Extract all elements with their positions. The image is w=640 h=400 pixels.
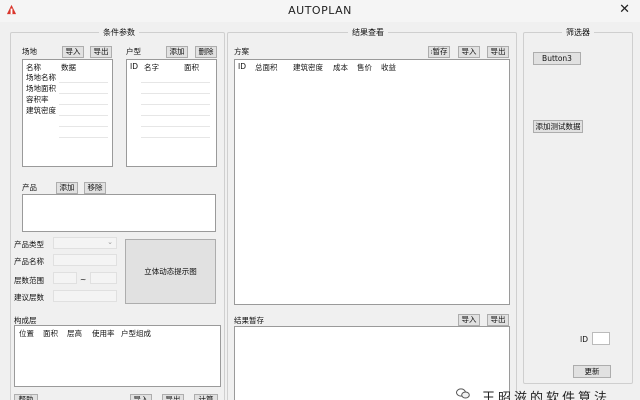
site-table: 名称 数据 场地名称 场地面积 容积率 建筑密度: [22, 59, 113, 167]
site-export-button[interactable]: 导出: [90, 46, 112, 58]
product-add-button[interactable]: 添加: [56, 182, 78, 194]
site-row-site-area[interactable]: 场地面积: [26, 83, 56, 94]
plans-header-total-area: 总面积: [255, 63, 278, 72]
plans-table: ID 总面积 建筑密度 成本 售价 收益: [234, 59, 510, 305]
site-grid-line: [59, 137, 108, 138]
comp-header-area: 面积: [43, 329, 58, 338]
plans-header-price: 售价: [357, 63, 372, 72]
temp-export-button[interactable]: 导出: [487, 314, 509, 326]
watermark-text: 王昭滋的软件算法: [482, 391, 611, 400]
unit-header-name: 名字: [144, 63, 159, 72]
floor-max-input[interactable]: [90, 272, 117, 284]
app-window: AUTOPLAN ✕ 条件参数 场地 导入 导出 名称 数据 场地名称 场地面积…: [0, 0, 640, 400]
chevron-down-icon: ⌄: [107, 238, 113, 246]
unit-grid-line: [141, 137, 210, 138]
unit-header-area: 面积: [184, 63, 199, 72]
unit-grid-line: [141, 82, 210, 83]
calculate-button[interactable]: 计算: [194, 394, 218, 400]
plans-header-density: 建筑密度: [293, 63, 323, 72]
comp-header-floor-height: 层高: [67, 329, 82, 338]
plans-label: 方案: [234, 47, 249, 56]
site-row-far[interactable]: 容积率: [26, 94, 49, 105]
unit-delete-button[interactable]: 删除: [195, 46, 217, 58]
site-grid-line: [59, 126, 108, 127]
product-remove-button[interactable]: 移除: [84, 182, 106, 194]
comp-header-usage: 使用率: [92, 329, 115, 338]
preview-3d-button[interactable]: 立体动态提示图: [125, 239, 216, 304]
site-header-data: 数据: [61, 63, 76, 72]
add-test-data-button[interactable]: 添加测试数据: [533, 120, 583, 133]
help-button[interactable]: 帮助: [14, 394, 38, 400]
close-icon[interactable]: ✕: [619, 2, 630, 18]
wechat-icon: [456, 388, 470, 399]
refresh-button[interactable]: 更新: [573, 365, 611, 378]
suggest-floors-input[interactable]: [53, 290, 117, 302]
floor-min-input[interactable]: [53, 272, 77, 284]
product-type-select[interactable]: ⌄: [53, 237, 117, 249]
comp-header-position: 位置: [19, 329, 34, 338]
composition-table: 位置 面积 层高 使用率 户型组成: [14, 325, 221, 387]
bottom-export-button[interactable]: 导出: [162, 394, 184, 400]
filter-group-title: 筛选器: [562, 27, 594, 38]
unit-grid-line: [141, 115, 210, 116]
site-import-button[interactable]: 导入: [62, 46, 84, 58]
product-type-label: 产品类型: [14, 240, 44, 249]
filter-id-label: ID: [580, 335, 588, 344]
site-row-density[interactable]: 建筑密度: [26, 105, 56, 116]
plans-header-id: ID: [238, 62, 246, 71]
filter-group: 筛选器: [523, 27, 633, 384]
filter-id-input[interactable]: [592, 332, 610, 345]
site-label: 场地: [22, 47, 37, 56]
product-list[interactable]: [22, 194, 216, 232]
product-name-input[interactable]: [53, 254, 117, 266]
temp-results-label: 结果暂存: [234, 316, 264, 325]
unit-table: ID 名字 面积: [126, 59, 217, 167]
plans-pause-button[interactable]: ⁝暂存: [428, 46, 450, 58]
unit-add-button[interactable]: 添加: [166, 46, 188, 58]
site-grid-line: [59, 104, 108, 105]
bottom-import-button[interactable]: 导入: [130, 394, 152, 400]
title-bar: AUTOPLAN ✕: [0, 0, 640, 22]
site-row-site-name[interactable]: 场地名称: [26, 72, 56, 83]
conditions-group-title: 条件参数: [99, 27, 139, 38]
unit-grid-line: [141, 104, 210, 105]
plans-export-button[interactable]: 导出: [487, 46, 509, 58]
temp-import-button[interactable]: 导入: [458, 314, 480, 326]
suggest-floors-label: 建议层数: [14, 293, 44, 302]
unit-label: 户型: [126, 47, 141, 56]
floor-range-label: 层数范围: [14, 276, 44, 285]
results-group-title: 结果查看: [348, 27, 388, 38]
floor-range-separator: ~: [80, 275, 87, 284]
window-title: AUTOPLAN: [288, 4, 352, 17]
plans-header-profit: 收益: [381, 63, 396, 72]
button3[interactable]: Button3: [533, 52, 581, 65]
site-grid-line: [59, 82, 108, 83]
plans-pause-label: 暂存: [432, 47, 448, 56]
unit-header-id: ID: [130, 62, 138, 71]
site-grid-line: [59, 93, 108, 94]
plans-header-cost: 成本: [333, 63, 348, 72]
unit-grid-line: [141, 93, 210, 94]
unit-grid-line: [141, 126, 210, 127]
product-label: 产品: [22, 183, 37, 192]
plans-import-button[interactable]: 导入: [458, 46, 480, 58]
site-grid-line: [59, 115, 108, 116]
comp-header-unit-mix: 户型组成: [121, 329, 151, 338]
product-name-label: 产品名称: [14, 257, 44, 266]
